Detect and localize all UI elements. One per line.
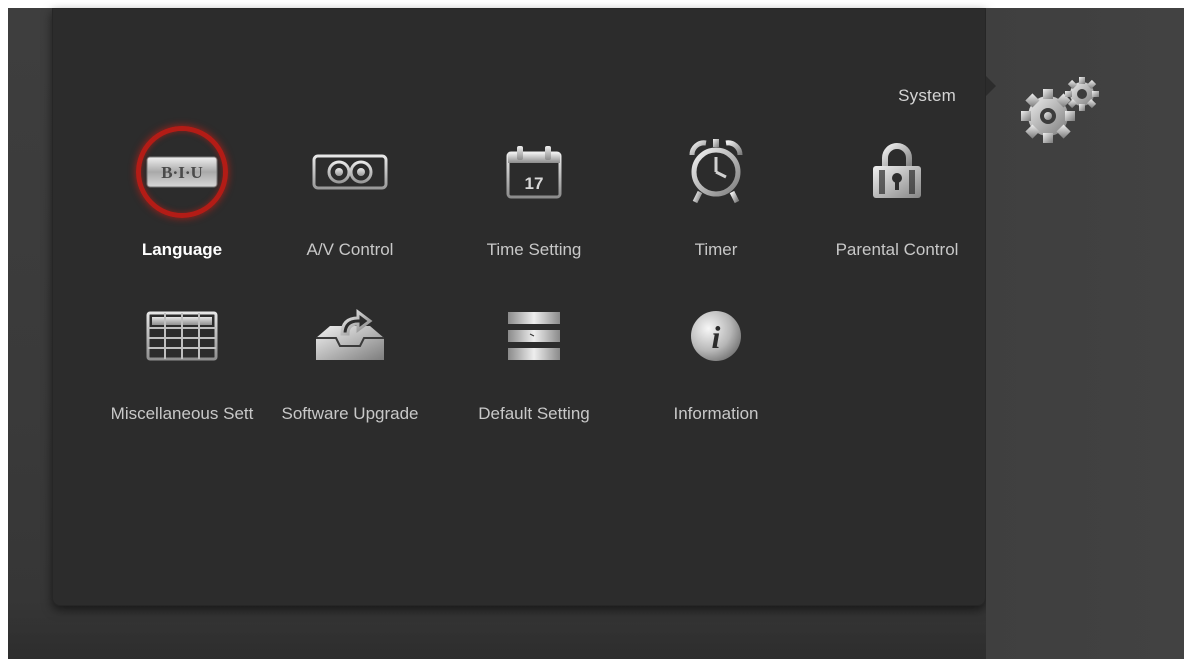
menu-item-label: Software Upgrade — [281, 404, 419, 423]
tv-screen: System B·I·U Language A/V Control 17 Tim… — [8, 8, 1184, 659]
padlock-icon — [849, 124, 945, 220]
menu-item-parental-control[interactable]: Parental Control — [812, 124, 982, 274]
menu-item-label: Language — [141, 240, 223, 259]
menu-item-label: Default Setting — [478, 404, 590, 423]
menu-item-label: Information — [673, 404, 759, 423]
alarm-clock-icon — [668, 124, 764, 220]
svg-text:i: i — [712, 319, 721, 355]
menu-item-timer[interactable]: Timer — [631, 124, 801, 274]
menu-item-information[interactable]: i Information — [631, 288, 801, 438]
info-icon: i — [668, 288, 764, 384]
selection-ring — [136, 126, 228, 218]
menu-item-language[interactable]: B·I·U Language — [97, 124, 267, 274]
menu-item-label: Miscellaneous Sett — [110, 404, 254, 423]
menu-item-label: Timer — [694, 240, 738, 259]
menu-item-label: A/V Control — [306, 240, 394, 259]
grid-table-icon — [134, 288, 230, 384]
menu-item-miscellaneous-settings[interactable]: Miscellaneous Sett — [97, 288, 267, 438]
section-pointer — [986, 76, 996, 96]
language-icon: B·I·U — [134, 124, 230, 220]
menu-item-label: Parental Control — [835, 240, 959, 259]
menu-item-default-setting[interactable]: Default Setting — [449, 288, 619, 438]
menu-item-time-setting[interactable]: 17 Time Setting — [449, 124, 619, 274]
menu-item-av-control[interactable]: A/V Control — [265, 124, 435, 274]
upgrade-tray-icon — [302, 288, 398, 384]
calendar-icon: 17 — [486, 124, 582, 220]
page-title: System — [898, 86, 956, 105]
gears-icon — [1018, 72, 1108, 152]
menu-item-software-upgrade[interactable]: Software Upgrade — [265, 288, 435, 438]
menu-item-label: Time Setting — [486, 240, 582, 259]
av-control-icon — [302, 124, 398, 220]
default-setting-icon — [486, 288, 582, 384]
system-menu-panel: System B·I·U Language A/V Control 17 Tim… — [52, 8, 986, 606]
calendar-day-text: 17 — [525, 174, 544, 193]
